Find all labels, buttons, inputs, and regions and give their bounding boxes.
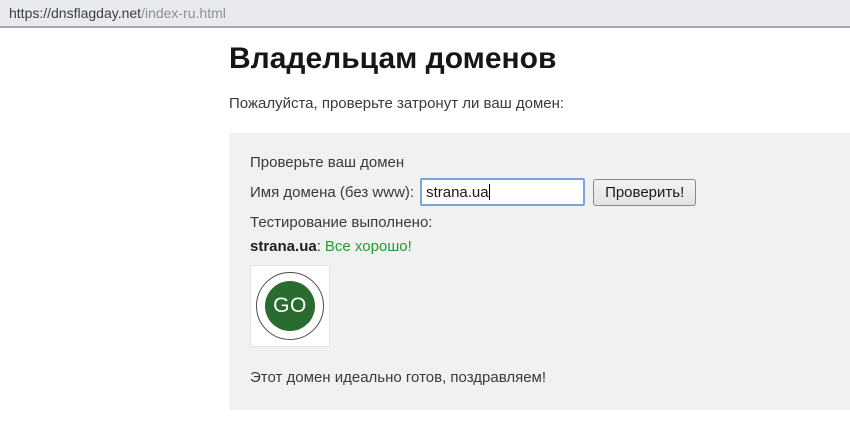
result-status: Все хорошо!	[325, 238, 412, 255]
domain-check-form: Имя домена (без www): Проверить!	[250, 178, 830, 206]
result-separator: :	[317, 238, 321, 255]
result-domain: strana.ua	[250, 238, 317, 255]
result-line: strana.ua:Все хорошо!	[250, 238, 830, 256]
domain-input-label: Имя домена (без www):	[250, 184, 414, 201]
page-title: Владельцам доменов	[229, 41, 850, 77]
checker-heading: Проверьте ваш домен	[250, 154, 830, 172]
domain-input[interactable]	[420, 178, 585, 206]
text-caret	[489, 184, 490, 200]
url-path: /index-ru.html	[141, 5, 226, 21]
go-badge-tile: GO	[250, 265, 330, 347]
domain-input-wrap	[420, 178, 585, 206]
domain-checker-panel: Проверьте ваш домен Имя домена (без www)…	[229, 133, 850, 410]
page-content: Владельцам доменов Пожалуйста, проверьте…	[0, 41, 850, 410]
browser-url-bar[interactable]: https://dnsflagday.net/index-ru.html	[0, 0, 850, 28]
go-badge-icon: GO	[256, 272, 324, 340]
conclusion-text: Этот домен идеально готов, поздравляем!	[250, 369, 830, 387]
result-heading: Тестирование выполнено:	[250, 214, 830, 232]
go-badge-label: GO	[273, 294, 307, 318]
check-button[interactable]: Проверить!	[593, 179, 696, 206]
url-domain: https://dnsflagday.net	[9, 5, 141, 21]
intro-text: Пожалуйста, проверьте затронут ли ваш до…	[229, 95, 850, 113]
go-badge-circle: GO	[265, 281, 315, 331]
